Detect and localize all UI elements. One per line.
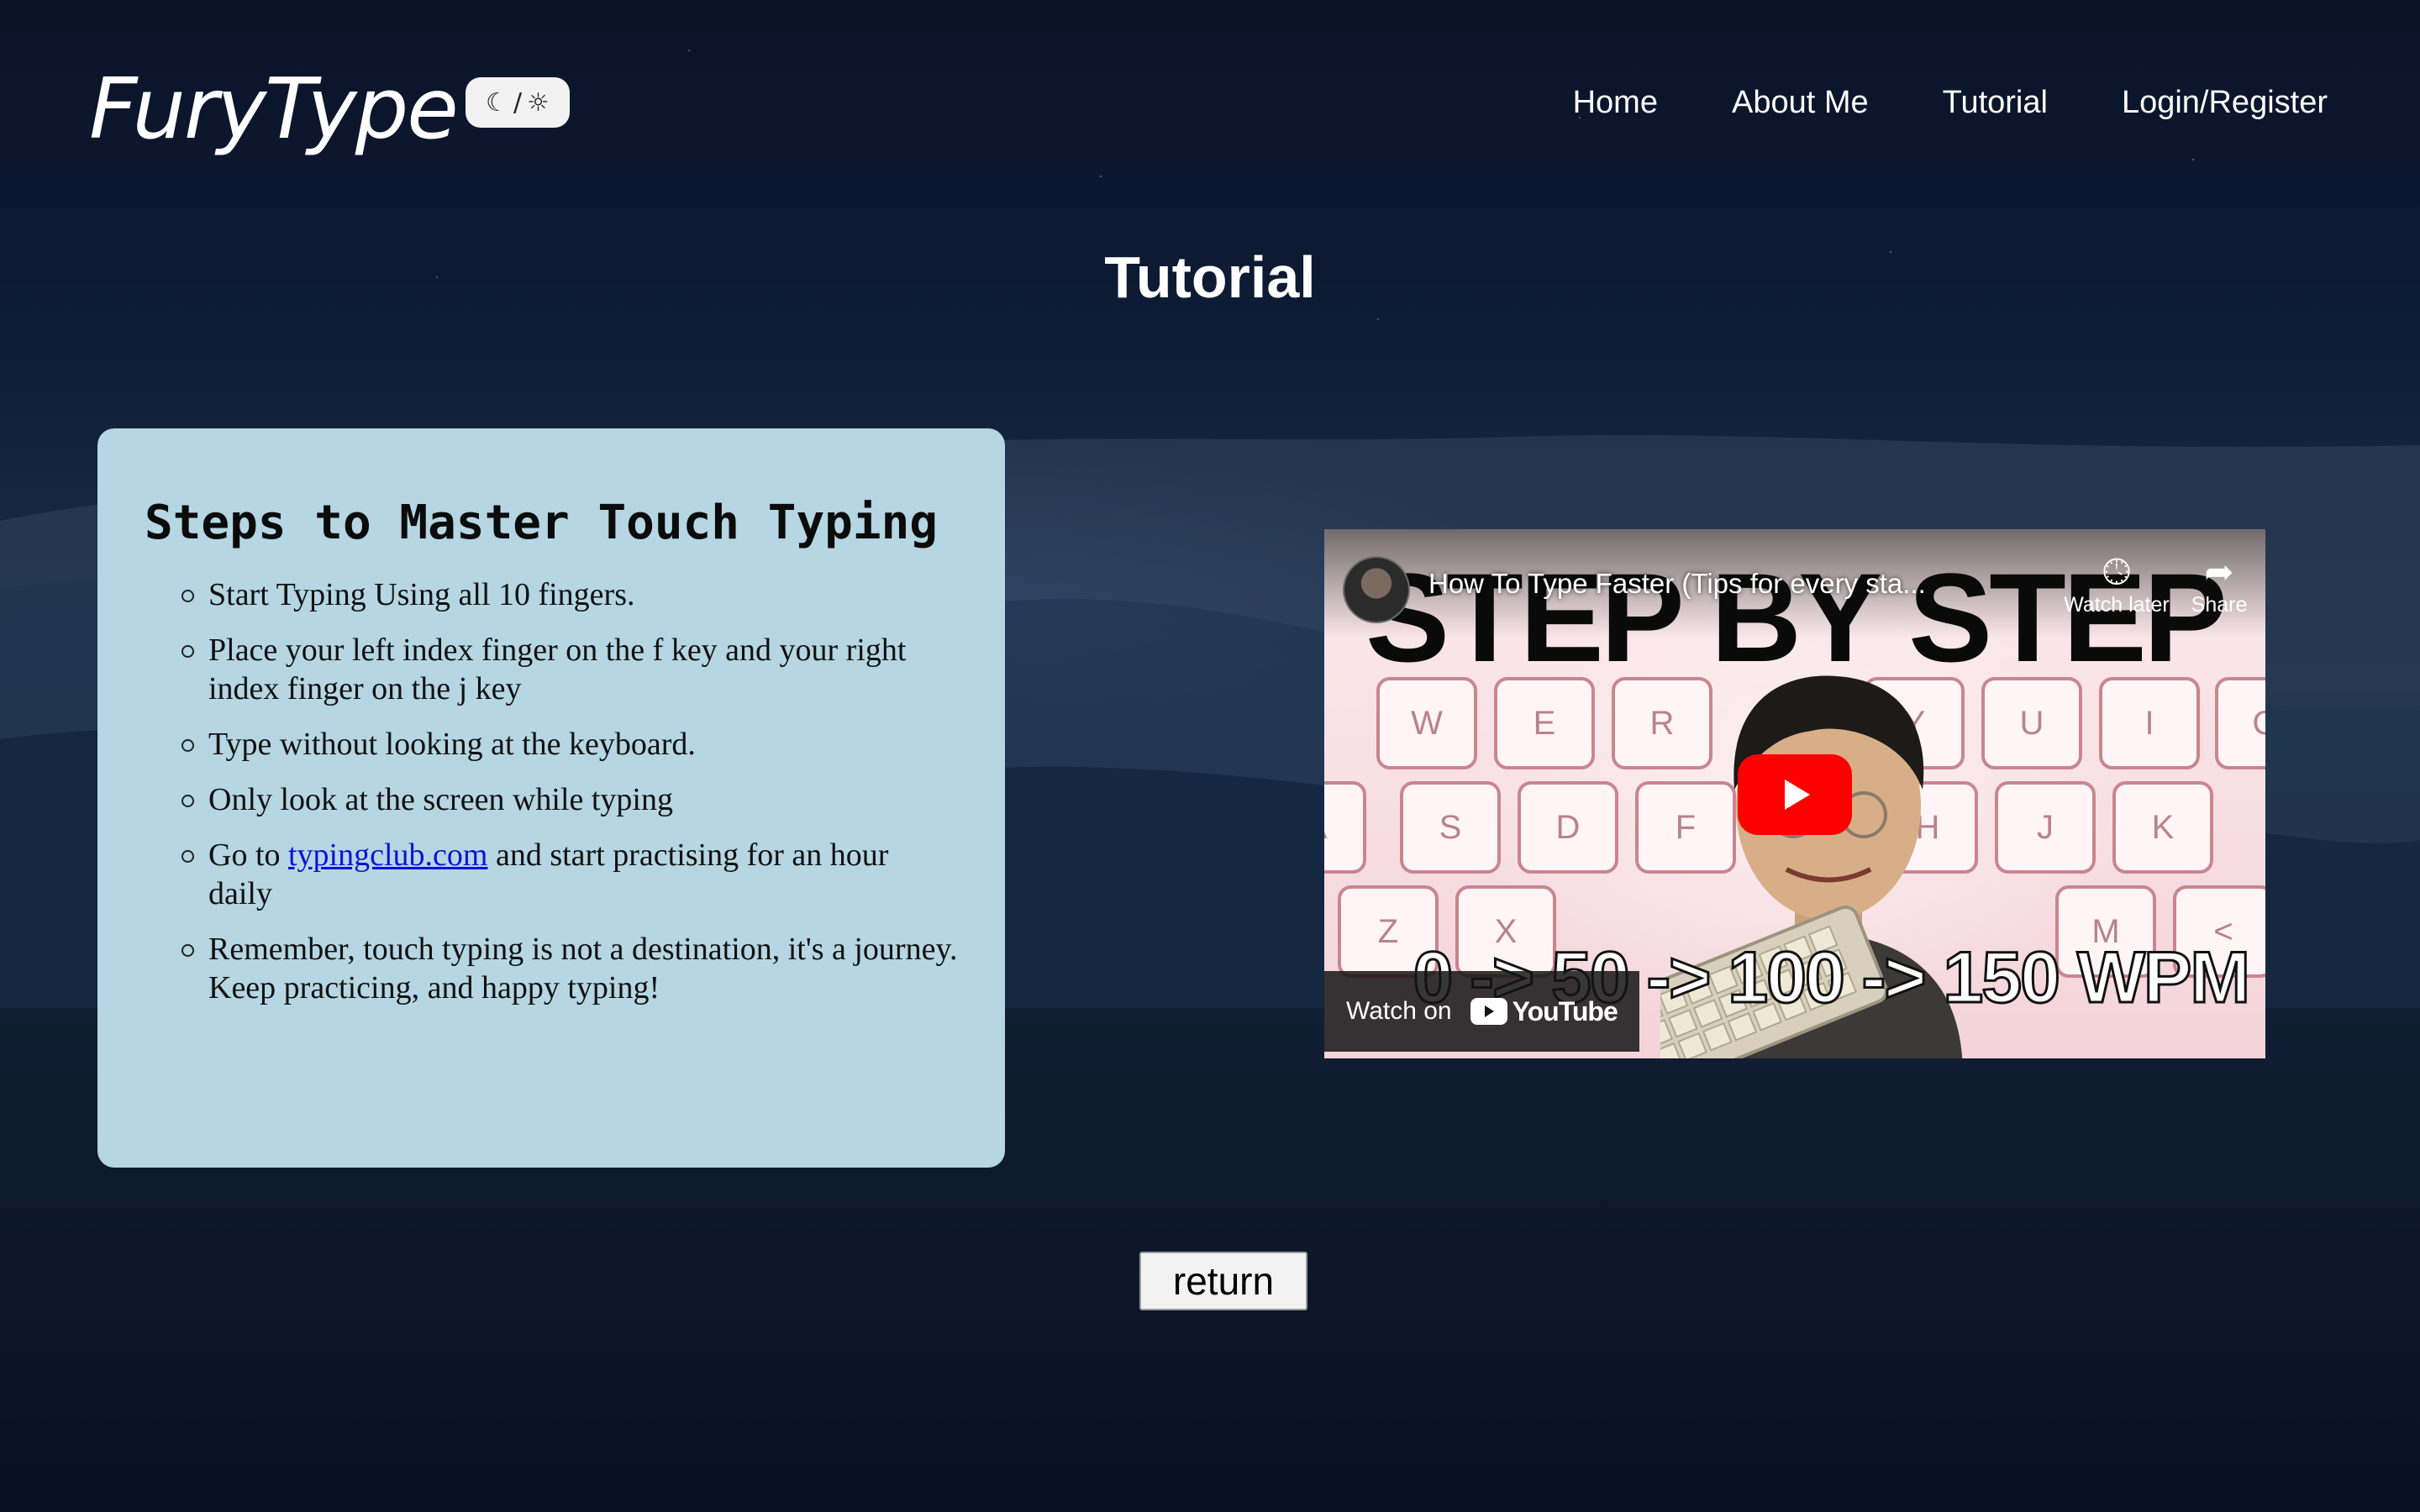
key-a: A <box>1324 781 1366 874</box>
step-item: Remember, touch typing is not a destinat… <box>182 932 958 1005</box>
share-label: Share <box>2191 593 2248 617</box>
play-icon <box>1785 780 1810 810</box>
card-heading: Steps to Master Touch Typing <box>145 496 939 550</box>
key-d: D <box>1518 781 1618 874</box>
video-title[interactable]: How To Type Faster (Tips for every sta..… <box>1428 568 1926 600</box>
share-icon: ➦ <box>2204 552 2234 591</box>
youtube-embed[interactable]: W E R Y U I O A S D F H J K Z X M < STEP… <box>1324 529 2265 1058</box>
return-button[interactable]: return <box>1139 1252 1307 1310</box>
youtube-wordmark: YouTube <box>1512 995 1618 1026</box>
moon-icon: ☾ <box>486 87 508 118</box>
key-e: E <box>1494 677 1595 769</box>
theme-toggle-button[interactable]: ☾ / ☼ <box>466 77 570 128</box>
sun-icon: ☼ <box>527 87 550 118</box>
nav-about-me[interactable]: About Me <box>1732 77 1869 128</box>
step-item: Go to typingclub.com and start practisin… <box>182 836 958 913</box>
watch-on-label: Watch on <box>1346 997 1452 1025</box>
key-j: J <box>1995 781 2096 874</box>
step-item: Place your left index finger on the f ke… <box>182 631 958 708</box>
step-text: Go to <box>208 837 288 873</box>
step-item: Type without looking at the keyboard. <box>182 725 958 764</box>
toggle-separator: / <box>513 87 523 118</box>
watch-on-youtube-button[interactable]: Watch on YouTube <box>1324 971 1639 1052</box>
channel-avatar[interactable] <box>1343 556 1410 623</box>
key-s: S <box>1400 781 1501 874</box>
typingclub-link[interactable]: typingclub.com <box>288 837 487 873</box>
step-item: Start Typing Using all 10 fingers. <box>182 575 958 614</box>
logo[interactable]: FuryType <box>89 59 459 160</box>
step-item: Only look at the screen while typing <box>182 780 958 819</box>
nav-home[interactable]: Home <box>1573 77 1658 128</box>
tutorial-steps-card: Steps to Master Touch Typing Start Typin… <box>97 428 1005 1168</box>
key-o: O <box>2215 677 2265 769</box>
nav-login-register[interactable]: Login/Register <box>2122 77 2328 128</box>
key-k: K <box>2112 781 2213 874</box>
key-u: U <box>1981 677 2082 769</box>
main-nav: Home About Me Tutorial Login/Register <box>1573 77 2328 128</box>
play-button[interactable] <box>1738 754 1852 835</box>
share-button[interactable]: ➦ Share <box>2156 551 2265 617</box>
key-w: W <box>1376 677 1477 769</box>
nav-tutorial[interactable]: Tutorial <box>1943 77 2048 128</box>
youtube-logo: YouTube <box>1470 996 1618 1027</box>
steps-list: Start Typing Using all 10 fingers. Place… <box>145 575 958 1007</box>
key-i: I <box>2099 677 2200 769</box>
youtube-play-icon <box>1470 998 1507 1025</box>
page-title: Tutorial <box>1104 244 1316 310</box>
watch-later-label: Watch later <box>2064 593 2170 617</box>
